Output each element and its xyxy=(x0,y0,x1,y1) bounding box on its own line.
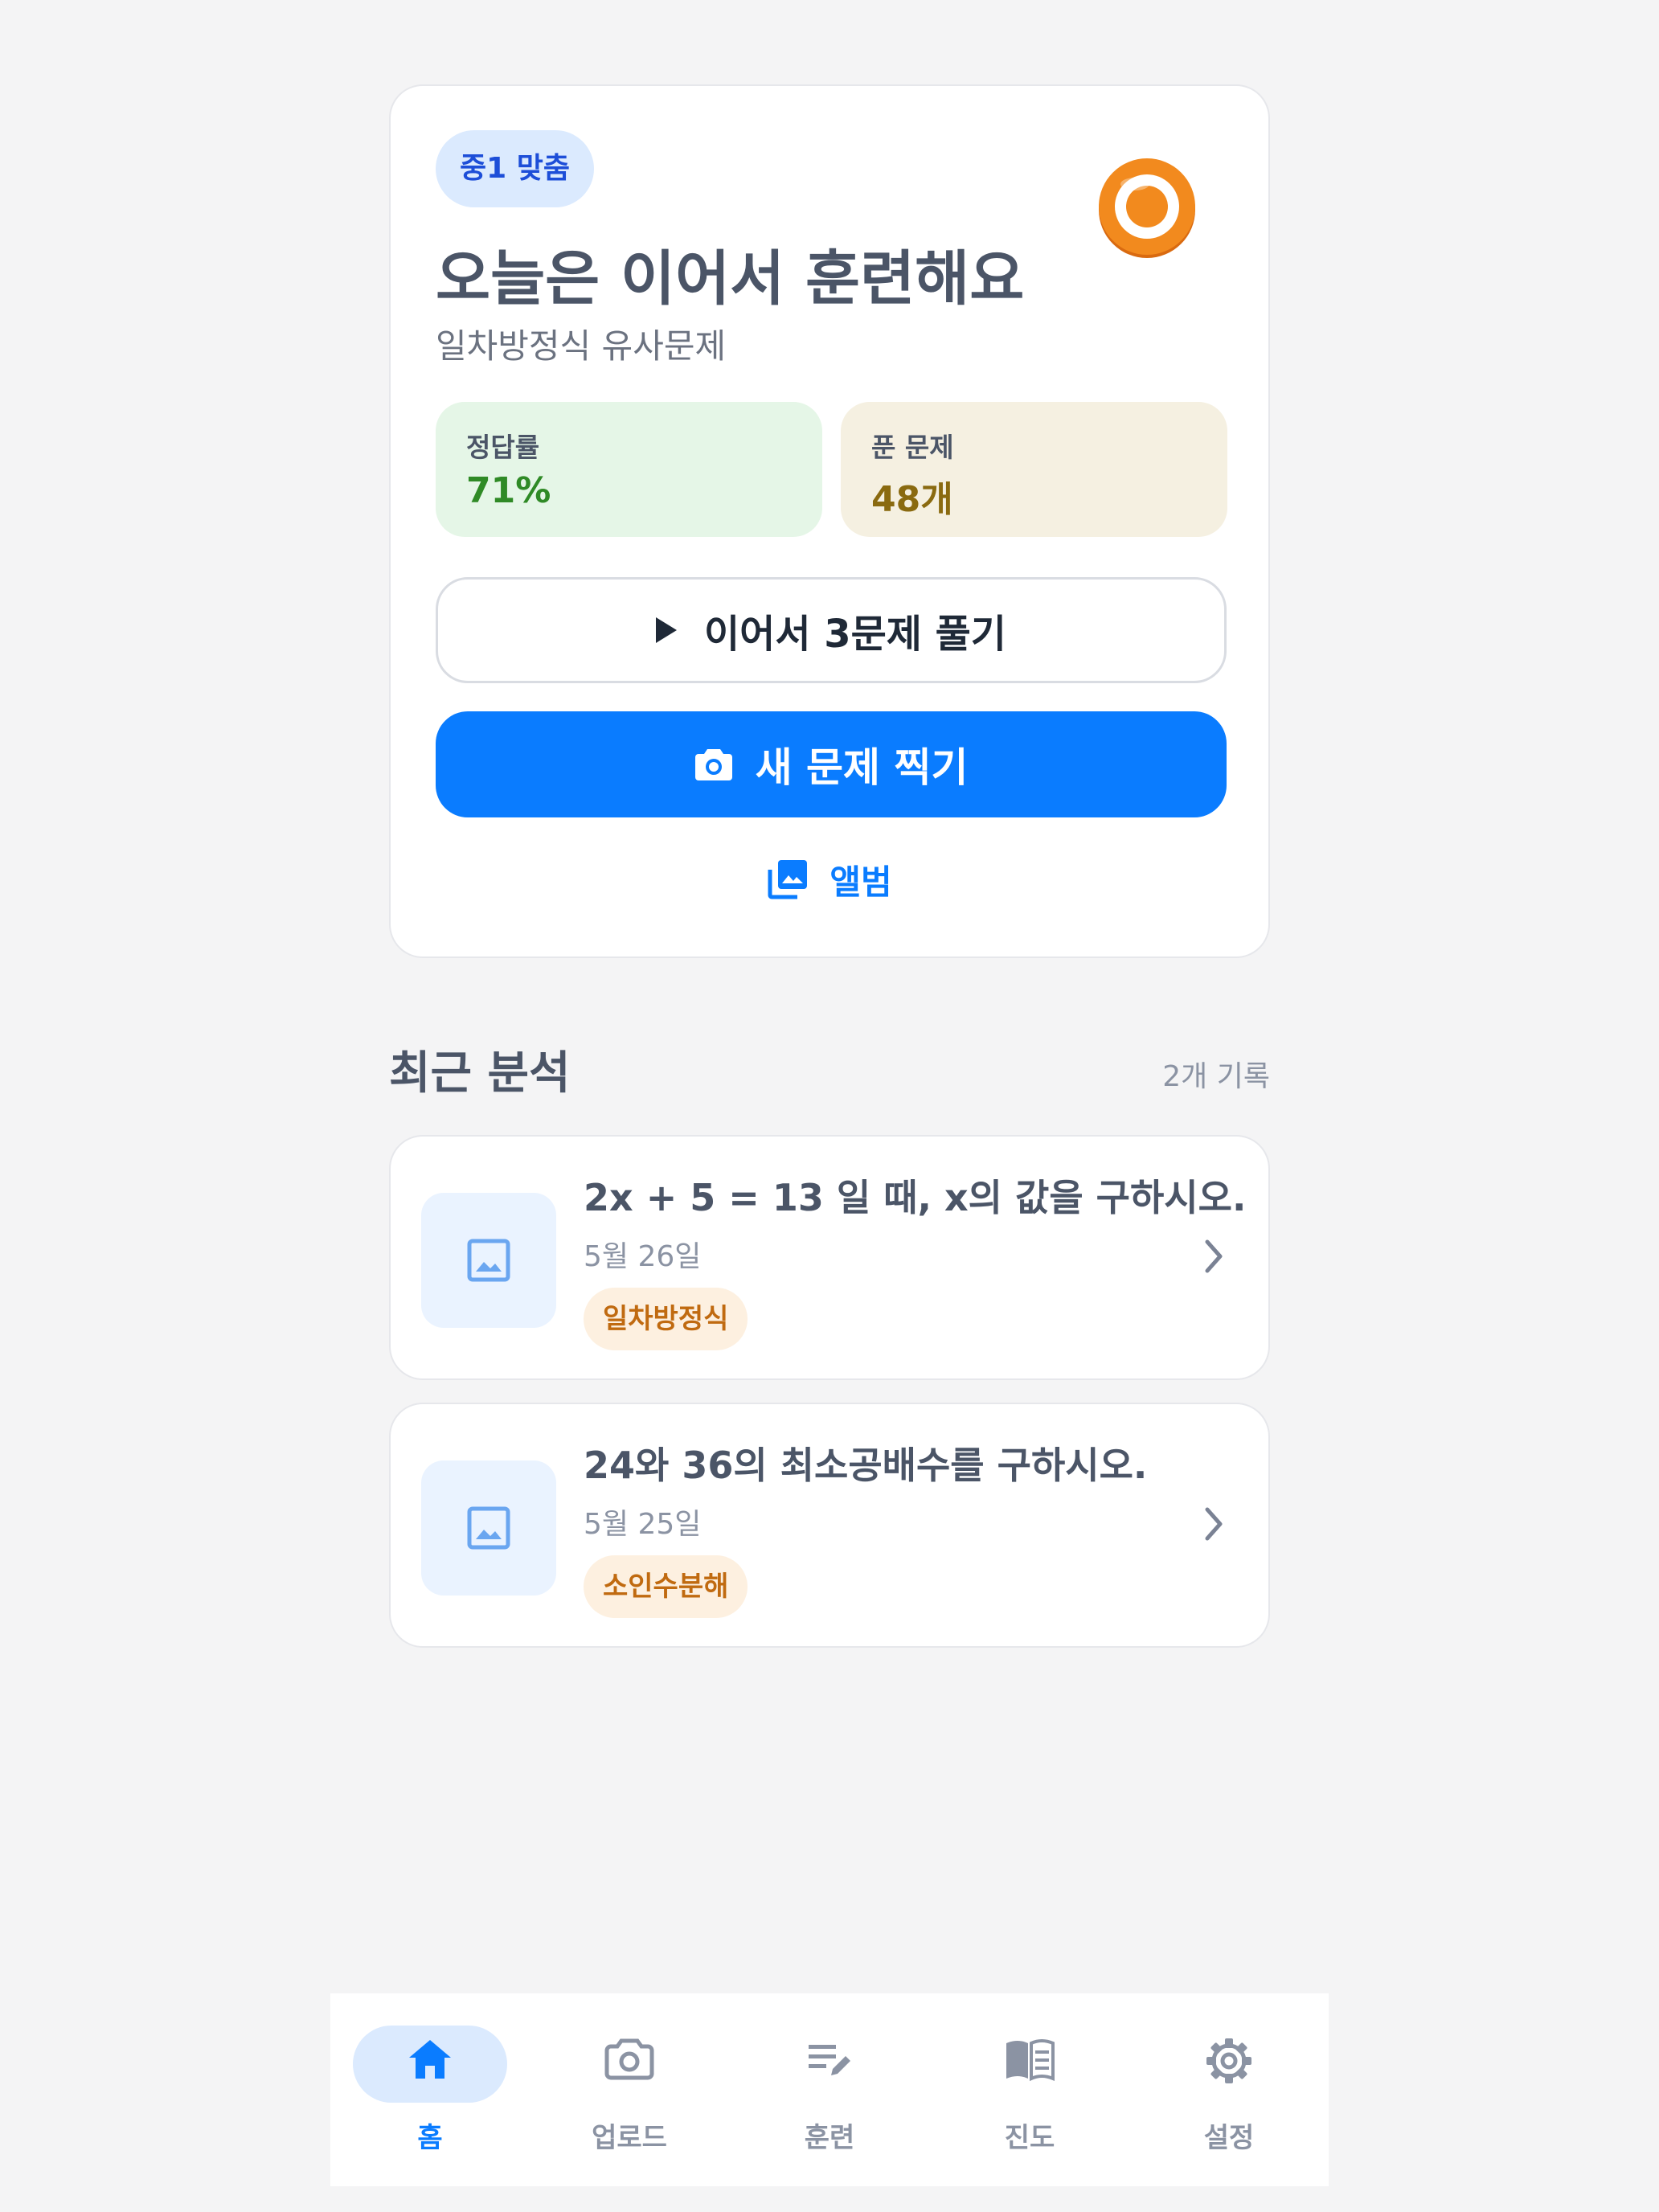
image-icon xyxy=(467,1506,510,1550)
question-text: 2x + 5 = 13 일 때, x의 값을 구하시오. xyxy=(584,1176,1247,1219)
solved-label: 푼 문제 xyxy=(871,432,954,463)
nav-label: 홈 xyxy=(417,2122,443,2154)
thumbnail xyxy=(421,1460,556,1596)
nav-label: 진도 xyxy=(1004,2122,1055,2154)
chevron-right-icon xyxy=(1205,1507,1223,1541)
item-date: 5월 25일 xyxy=(584,1508,702,1541)
new-photo-button[interactable]: 새 문제 찍기 xyxy=(436,711,1227,817)
hero-subtitle: 일차방정식 유사문제 xyxy=(436,326,727,366)
nav-tab-upload[interactable]: 업로드 xyxy=(530,1993,729,2186)
recent-section-title: 최근 분석 xyxy=(389,1047,571,1100)
nav-tab-training[interactable]: 훈련 xyxy=(730,1993,929,2186)
chevron-right-icon xyxy=(1205,1239,1223,1273)
gear-icon xyxy=(1206,2038,1251,2083)
recent-item[interactable]: 2x + 5 = 13 일 때, x의 값을 구하시오. 5월 26일 일차방정… xyxy=(389,1135,1270,1380)
photo-library-icon xyxy=(768,860,808,899)
nav-label: 업로드 xyxy=(592,2122,667,2154)
continue-label: 이어서 3문제 풀기 xyxy=(704,612,1006,657)
camera-icon xyxy=(694,749,732,780)
item-date: 5월 26일 xyxy=(584,1240,702,1273)
hero-card: 중1 맞춤 오늘은 이어서 훈련해요 일차방정식 유사문제 정답률 71% 푼 … xyxy=(389,84,1270,958)
book-icon xyxy=(1006,2039,1055,2082)
home-icon xyxy=(409,2040,451,2079)
album-label: 앨범 xyxy=(830,862,892,902)
continue-button[interactable]: 이어서 3문제 풀기 xyxy=(436,577,1227,683)
solved-value: 48개 xyxy=(871,479,953,520)
nav-label: 훈련 xyxy=(804,2122,855,2154)
accuracy-stat: 정답률 71% xyxy=(436,402,822,537)
album-button[interactable]: 앨범 xyxy=(391,846,1268,913)
question-text: 24와 36의 최소공배수를 구하시오. xyxy=(584,1444,1148,1487)
accuracy-label: 정답률 xyxy=(466,432,540,463)
target-icon xyxy=(1099,158,1195,258)
recent-item[interactable]: 24와 36의 최소공배수를 구하시오. 5월 25일 소인수분해 xyxy=(389,1403,1270,1648)
recent-count: 2개 기록 xyxy=(1162,1060,1270,1093)
camera-icon xyxy=(604,2038,654,2080)
accuracy-value: 71% xyxy=(466,470,551,511)
new-photo-label: 새 문제 찍기 xyxy=(755,744,969,791)
page-title: 오늘은 이어서 훈련해요 xyxy=(436,244,1025,313)
bottom-nav: 홈 업로드 훈련 진도 설정 xyxy=(330,1993,1329,2186)
nav-tab-settings[interactable]: 설정 xyxy=(1129,1993,1329,2186)
solved-stat: 푼 문제 48개 xyxy=(841,402,1227,537)
topic-tag: 일차방정식 xyxy=(584,1288,748,1350)
image-icon xyxy=(467,1239,510,1282)
nav-tab-progress[interactable]: 진도 xyxy=(930,1993,1129,2186)
nav-tab-home[interactable]: 홈 xyxy=(330,1993,530,2186)
nav-label: 설정 xyxy=(1203,2122,1255,2154)
edit-list-icon xyxy=(809,2045,850,2075)
thumbnail xyxy=(421,1193,556,1328)
level-badge: 중1 맞춤 xyxy=(436,130,594,207)
topic-tag: 소인수분해 xyxy=(584,1555,748,1618)
play-icon xyxy=(656,617,678,643)
